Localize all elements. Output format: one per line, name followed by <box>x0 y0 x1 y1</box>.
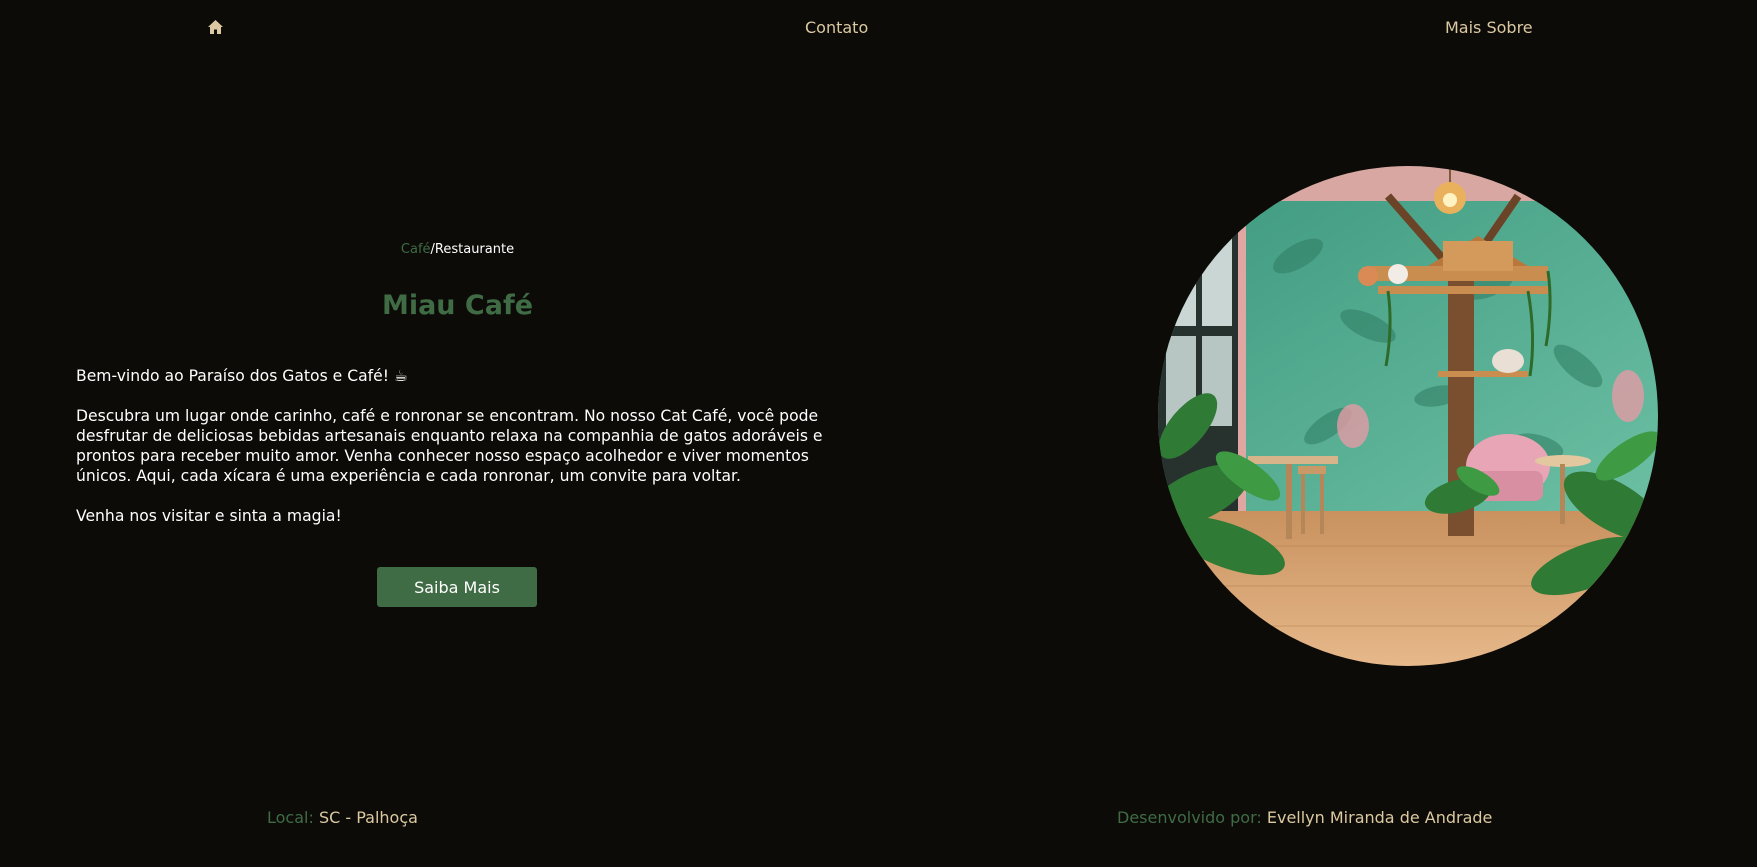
location-value: SC - Palhoça <box>318 808 418 827</box>
footer-developer: Desenvolvido por: Evellyn Miranda de And… <box>1117 808 1492 827</box>
eyebrow-rest: /Restaurante <box>430 242 515 257</box>
invite-paragraph: Venha nos visitar e sinta a magia! <box>76 507 342 525</box>
developer-value: Evellyn Miranda de Andrade <box>1266 808 1493 827</box>
home-icon <box>207 20 223 34</box>
intro-text: Bem-vindo ao Paraíso dos Gatos e Café! ☕… <box>76 366 866 526</box>
cafe-interior-illustration <box>1158 166 1658 666</box>
welcome-paragraph: Bem-vindo ao Paraíso dos Gatos e Café! ☕ <box>76 367 408 385</box>
location-label: Local: <box>267 808 314 827</box>
cafe-interior-image <box>1158 166 1658 666</box>
saiba-mais-button[interactable]: Saiba Mais <box>377 567 537 607</box>
developer-label: Desenvolvido por: <box>1117 808 1262 827</box>
footer-location: Local: SC - Palhoça <box>267 808 418 827</box>
nav-link-contato[interactable]: Contato <box>805 18 868 37</box>
top-nav: Contato Mais Sobre <box>0 0 1757 56</box>
page-title: Miau Café <box>381 290 534 321</box>
nav-link-mais-sobre[interactable]: Mais Sobre <box>1445 18 1533 37</box>
category-eyebrow: Café/Restaurante <box>0 242 915 257</box>
page: Contato Mais Sobre Café/Restaurante Miau… <box>0 0 1757 867</box>
home-link[interactable] <box>205 17 225 37</box>
eyebrow-accent: Café <box>400 242 431 257</box>
description-paragraph: Descubra um lugar onde carinho, café e r… <box>76 407 823 485</box>
